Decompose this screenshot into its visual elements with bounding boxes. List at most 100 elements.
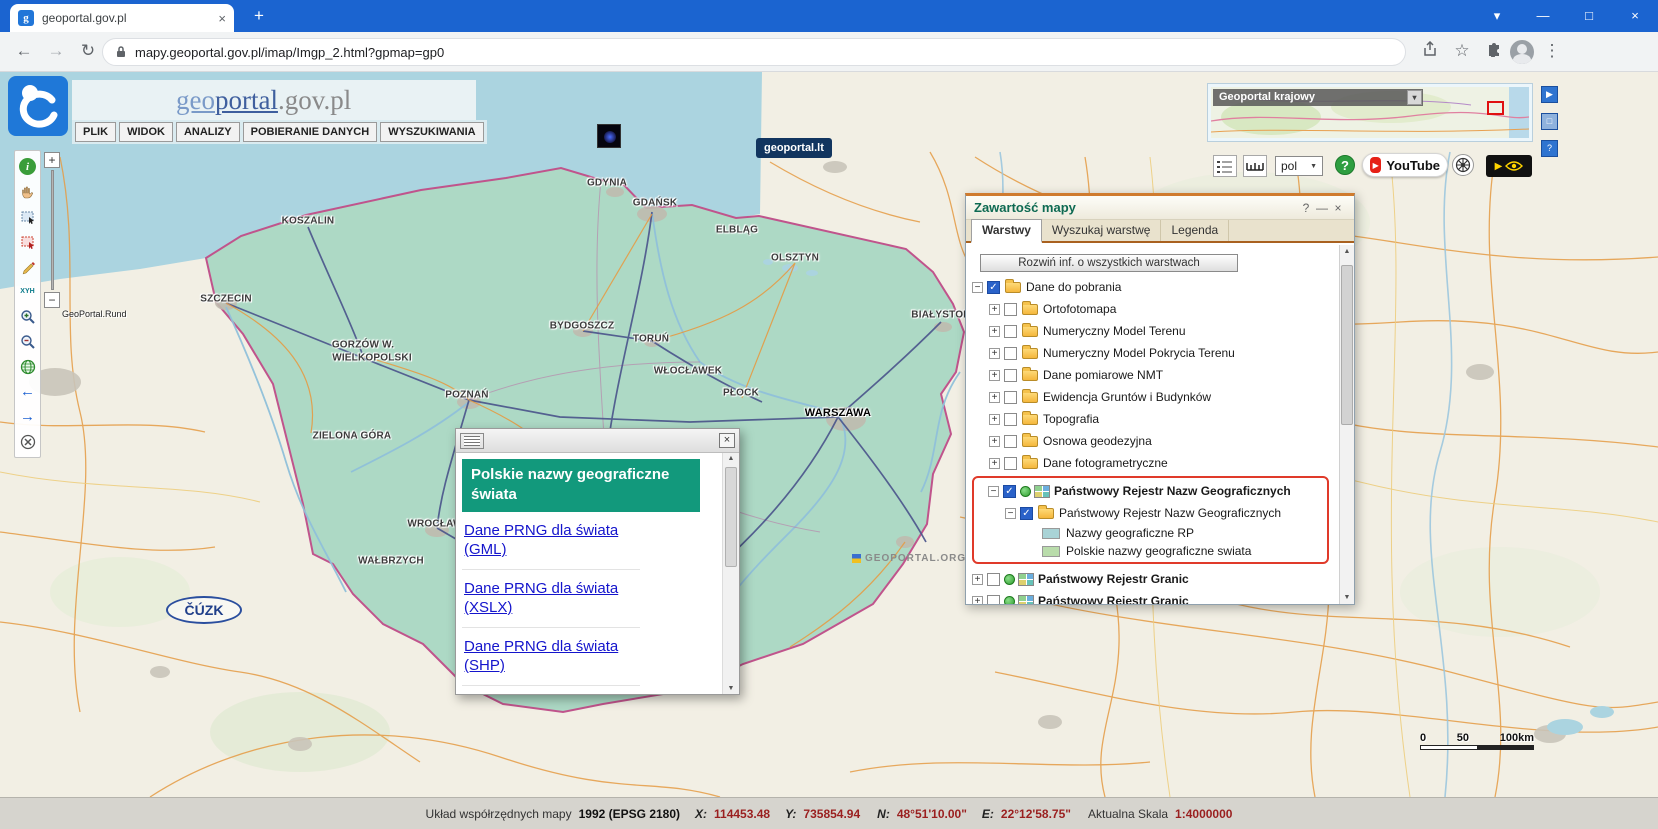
map-marker-thumbnail[interactable]	[597, 124, 621, 148]
layer-checkbox[interactable]: ✓	[987, 281, 1000, 294]
back-icon[interactable]: ←	[12, 41, 36, 61]
edge-toolbar-button-collapse[interactable]: ▶	[1541, 86, 1558, 103]
layer-row[interactable]: +Numeryczny Model Terenu	[966, 320, 1339, 342]
profile-avatar[interactable]	[1510, 40, 1534, 64]
layer-checkbox[interactable]	[987, 573, 1000, 586]
expand-icon[interactable]: +	[989, 348, 1000, 359]
geoportal-lt-overlay[interactable]: geoportal.lt	[756, 138, 832, 158]
overview-map[interactable]: Geoportal krajowy ▾	[1208, 84, 1532, 141]
full-extent-button[interactable]	[15, 354, 40, 379]
scrollbar-thumb[interactable]	[1341, 265, 1353, 425]
layer-row[interactable]: +Topografia	[966, 408, 1339, 430]
layer-row[interactable]: +Ewidencja Gruntów i Budynków	[966, 386, 1339, 408]
layer-checkbox[interactable]	[1004, 413, 1017, 426]
layer-checkbox[interactable]	[1004, 303, 1017, 316]
overview-map-header[interactable]: Geoportal krajowy ▾	[1213, 89, 1423, 106]
expand-icon[interactable]: +	[989, 370, 1000, 381]
geoportal-logo-icon[interactable]	[8, 76, 68, 141]
zoom-in-button[interactable]	[15, 304, 40, 329]
expand-icon[interactable]: +	[989, 436, 1000, 447]
reload-icon[interactable]: ↻	[76, 41, 100, 61]
layer-checkbox[interactable]	[987, 595, 1000, 605]
dialog-close-button[interactable]: ×	[719, 433, 735, 448]
scalebar-button[interactable]	[1243, 155, 1267, 177]
window-close-button[interactable]: ×	[1612, 0, 1658, 32]
expand-icon[interactable]: +	[972, 596, 983, 605]
address-bar[interactable]: mapy.geoportal.gov.pl/imap/Imgp_2.html?g…	[102, 38, 1406, 66]
expand-icon[interactable]: +	[989, 304, 1000, 315]
cancel-tool-button[interactable]	[15, 429, 40, 454]
measure-button[interactable]	[15, 254, 40, 279]
layer-row[interactable]: Nazwy geograficzne RP	[982, 524, 1327, 542]
forward-icon[interactable]: →	[44, 41, 68, 61]
wheel-button[interactable]	[1452, 154, 1474, 176]
layer-checkbox[interactable]	[1004, 347, 1017, 360]
tab-search-icon[interactable]: ▾	[1474, 0, 1520, 32]
help-button[interactable]: ?	[1335, 155, 1355, 175]
layer-checkbox[interactable]	[1004, 391, 1017, 404]
scroll-down-icon[interactable]: ▼	[723, 685, 739, 692]
layer-row[interactable]: +Ortofotomapa	[966, 298, 1339, 320]
menu-item-plik[interactable]: PLIK	[75, 122, 116, 142]
next-view-button[interactable]: →	[15, 404, 40, 429]
download-link[interactable]: Dane PRNG dla świata (GML)	[462, 512, 640, 570]
menu-item-analizy[interactable]: ANALIZY	[176, 122, 240, 142]
window-maximize-button[interactable]: □	[1566, 0, 1612, 32]
dialog-scrollbar[interactable]: ▲ ▼	[722, 453, 739, 694]
bookmark-star-icon[interactable]: ☆	[1450, 41, 1474, 61]
tab-wyszukaj-warstwe[interactable]: Wyszukaj warstwę	[1042, 220, 1162, 241]
scroll-up-icon[interactable]: ▲	[1340, 248, 1354, 255]
expand-icon[interactable]: +	[989, 414, 1000, 425]
layer-checkbox[interactable]	[1004, 325, 1017, 338]
panel-help-icon[interactable]: ?	[1298, 201, 1314, 215]
layer-checkbox[interactable]	[1004, 369, 1017, 382]
layer-row[interactable]: +Państwowy Rejestr Granic	[966, 590, 1339, 604]
scroll-up-icon[interactable]: ▲	[723, 455, 739, 462]
menu-item-wyszukiwania[interactable]: WYSZUKIWANIA	[380, 122, 483, 142]
tab-legenda[interactable]: Legenda	[1161, 220, 1229, 241]
download-link[interactable]: Dane PRNG dla świata (XSLX)	[462, 570, 640, 628]
browser-tab[interactable]: g geoportal.gov.pl ×	[10, 4, 234, 32]
new-tab-button[interactable]: +	[248, 6, 270, 26]
layer-checkbox[interactable]: ✓	[1003, 485, 1016, 498]
layer-row[interactable]: −✓Państwowy Rejestr Nazw Geograficznych	[982, 480, 1327, 502]
accessibility-contrast-button[interactable]: ▶	[1486, 155, 1532, 177]
layer-checkbox[interactable]	[1004, 435, 1017, 448]
layer-row[interactable]: +Numeryczny Model Pokrycia Terenu	[966, 342, 1339, 364]
zoom-out-button[interactable]	[15, 329, 40, 354]
expand-icon[interactable]: +	[989, 392, 1000, 403]
layer-row[interactable]: +Osnowa geodezyjna	[966, 430, 1339, 452]
layer-row[interactable]: −✓Dane do pobrania	[966, 276, 1339, 298]
language-select[interactable]: pol▼	[1275, 156, 1323, 176]
layer-checkbox[interactable]	[1004, 457, 1017, 470]
expand-all-layers-button[interactable]: Rozwiń inf. o wszystkich warstwach	[980, 254, 1238, 272]
expand-icon[interactable]: +	[989, 458, 1000, 469]
share-icon[interactable]	[1418, 41, 1442, 62]
panel-titlebar[interactable]: Zawartość mapy ? — ×	[966, 196, 1354, 220]
dialog-menu-icon[interactable]	[460, 433, 484, 449]
scroll-down-icon[interactable]: ▼	[1340, 594, 1354, 601]
download-link[interactable]: Dane PRNG dla świata (SHP)	[462, 628, 640, 686]
collapse-icon[interactable]: −	[972, 282, 983, 293]
zoom-minus-button[interactable]: −	[44, 292, 60, 308]
edge-toolbar-button-info[interactable]: ?	[1541, 140, 1558, 157]
expand-icon[interactable]: +	[989, 326, 1000, 337]
identify-button[interactable]: i	[15, 154, 40, 179]
browser-menu-icon[interactable]: ⋮	[1540, 41, 1564, 61]
layer-row[interactable]: +Dane fotogrametryczne	[966, 452, 1339, 474]
panel-minimize-icon[interactable]: —	[1314, 201, 1330, 215]
youtube-button[interactable]: ▶YouTube	[1362, 153, 1448, 177]
xyh-coordinates-button[interactable]: XYH	[15, 279, 40, 304]
pan-button[interactable]	[15, 179, 40, 204]
window-minimize-button[interactable]: —	[1520, 0, 1566, 32]
layer-checkbox[interactable]: ✓	[1020, 507, 1033, 520]
layer-row[interactable]: +Dane pomiarowe NMT	[966, 364, 1339, 386]
panel-scrollbar[interactable]: ▲ ▼	[1339, 245, 1354, 604]
overview-collapse-icon[interactable]: ▾	[1407, 90, 1422, 105]
edge-toolbar-button-layers[interactable]: □	[1541, 113, 1558, 130]
layer-row[interactable]: −✓Państwowy Rejestr Nazw Geograficznych	[982, 502, 1327, 524]
overview-extent-marker[interactable]	[1487, 101, 1504, 115]
zoom-plus-button[interactable]: +	[44, 152, 60, 168]
panel-close-icon[interactable]: ×	[1330, 201, 1346, 215]
clear-selection-button[interactable]	[15, 229, 40, 254]
